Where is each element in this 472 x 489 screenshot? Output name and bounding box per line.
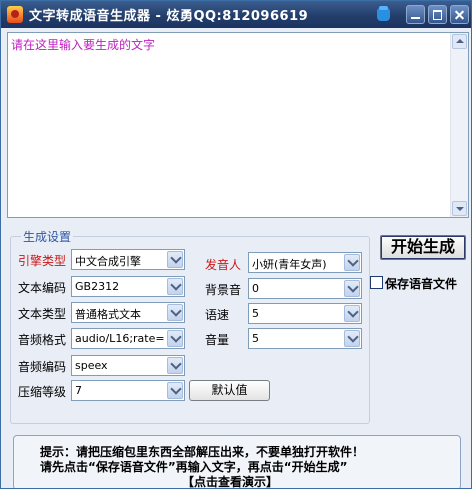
engine-select[interactable]: 中文合成引擎 [71,249,185,270]
maximize-button[interactable] [428,5,447,24]
audio-codec-label: 音频编码 [18,360,67,374]
audio-format-select[interactable]: audio/L16;rate= [71,328,185,349]
app-window: 文字转成语音生成器 - 炫勇QQ:812096619 请在这里输入要生成的文字 … [0,0,472,489]
scroll-down-icon[interactable] [452,201,467,216]
compression-value: 7 [75,384,82,397]
app-icon [7,6,23,23]
audio-codec-value: speex [75,359,108,372]
scroll-up-icon[interactable] [452,34,467,49]
save-audio-checkbox[interactable] [370,276,383,289]
compression-select[interactable]: 7 [71,380,185,401]
audio-format-value: audio/L16;rate= [75,332,165,345]
chevron-down-icon[interactable] [167,304,183,321]
text-input-area[interactable]: 请在这里输入要生成的文字 [7,32,469,218]
text-type-select[interactable]: 普通格式文本 [71,302,185,323]
volume-select[interactable]: 5 [248,328,362,349]
speaker-select[interactable]: 小妍(青年女声) [248,252,362,273]
speaker-label: 发音人 [205,258,242,272]
chevron-down-icon[interactable] [167,330,183,347]
vertical-scrollbar[interactable] [450,33,468,217]
bgm-label: 背景音 [205,283,242,297]
encoding-select[interactable]: GB2312 [71,276,185,297]
minimize-button[interactable] [406,5,425,24]
view-demo-link[interactable]: 【点击查看演示】 [182,473,278,488]
encoding-label: 文本编码 [18,281,67,295]
engine-label: 引擎类型 [18,254,67,268]
text-type-label: 文本类型 [18,307,67,321]
tips-panel: 提示：请把压缩包里东西全部解压出来，不要单独打开软件！ 请先点击“保存语音文件”… [13,435,461,488]
volume-value: 5 [252,332,259,345]
close-button[interactable] [450,5,469,24]
speed-label: 语速 [205,308,230,322]
chevron-down-icon[interactable] [344,330,360,347]
volume-label: 音量 [205,333,230,347]
title-bar[interactable]: 文字转成语音生成器 - 炫勇QQ:812096619 [1,1,471,28]
chevron-down-icon[interactable] [344,305,360,322]
chevron-down-icon[interactable] [344,280,360,297]
chevron-down-icon[interactable] [167,278,183,295]
speed-select[interactable]: 5 [248,303,362,324]
speaker-value: 小妍(青年女声) [252,258,327,271]
chevron-down-icon[interactable] [167,382,183,399]
text-input-placeholder: 请在这里输入要生成的文字 [11,38,156,52]
audio-format-label: 音频格式 [18,333,67,347]
encoding-value: GB2312 [75,280,120,293]
default-values-button[interactable]: 默认值 [189,380,270,401]
start-generate-button[interactable]: 开始生成 [380,235,466,260]
chevron-down-icon[interactable] [344,254,360,271]
skin-shirt-icon[interactable] [374,5,393,24]
compression-label: 压缩等级 [18,385,67,399]
bgm-select[interactable]: 0 [248,278,362,299]
engine-value: 中文合成引擎 [75,255,141,268]
window-title: 文字转成语音生成器 - 炫勇QQ:812096619 [29,9,309,24]
text-type-value: 普通格式文本 [75,308,141,321]
save-audio-label[interactable]: 保存语音文件 [385,275,457,292]
speed-value: 5 [252,307,259,320]
chevron-down-icon[interactable] [167,251,183,268]
bgm-value: 0 [252,282,259,295]
chevron-down-icon[interactable] [167,357,183,374]
audio-codec-select[interactable]: speex [71,355,185,376]
settings-group-title: 生成设置 [21,228,74,245]
